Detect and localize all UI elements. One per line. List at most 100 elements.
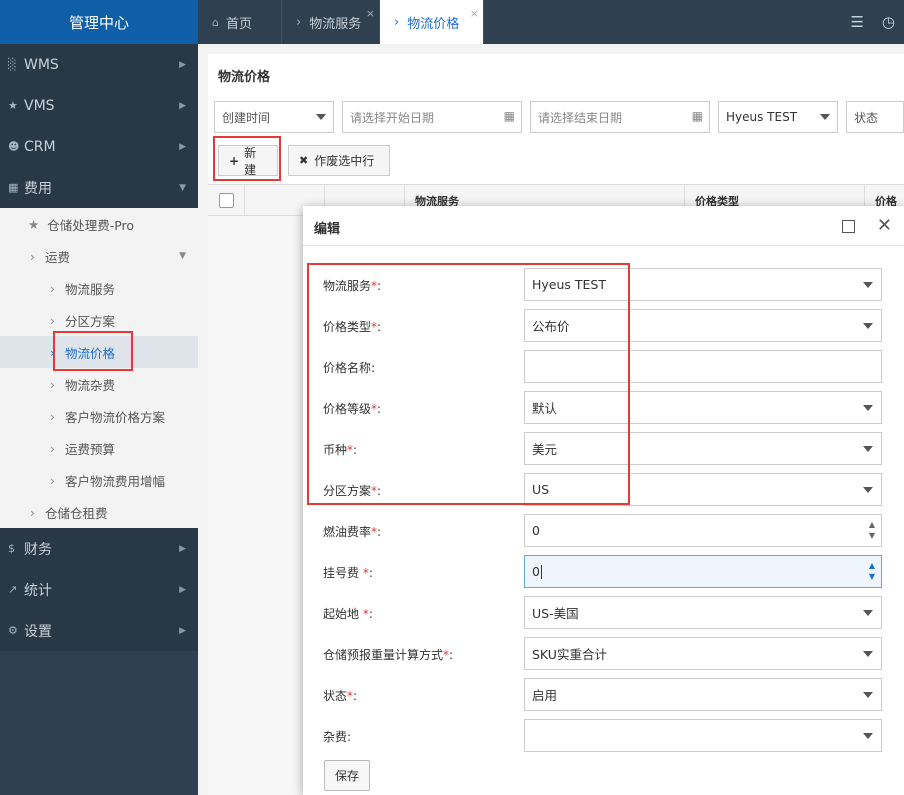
- menu-label: WMS: [24, 56, 59, 73]
- table-icon: ▦: [8, 181, 19, 194]
- close-icon[interactable]: ×: [470, 7, 479, 20]
- menu-crm[interactable]: ☻ CRM ▶: [0, 126, 198, 167]
- menu-finance[interactable]: $ 财务 ▶: [0, 528, 198, 569]
- tab-home[interactable]: ⌂ 首页: [198, 0, 282, 44]
- weight-method-select[interactable]: SKU实重合计: [524, 637, 882, 670]
- clock-icon[interactable]: ◷: [882, 13, 895, 31]
- dollar-icon: $: [8, 542, 15, 555]
- tab-logistics-service[interactable]: › 物流服务 ×: [282, 0, 380, 44]
- tab-bar: ⌂ 首页 › 物流服务 × › 物流价格 × ☰ ◷: [198, 0, 904, 44]
- caret-down-icon: [863, 692, 873, 698]
- caret-down-icon: [863, 323, 873, 329]
- sidebar-item-label: 运费: [45, 249, 71, 265]
- save-button[interactable]: 保存: [324, 760, 370, 791]
- end-date-input[interactable]: 请选择结束日期 ▦: [530, 101, 710, 133]
- menu-vms[interactable]: ★ VMS ▶: [0, 85, 198, 126]
- caret-down-icon: [863, 446, 873, 452]
- registration-fee-stepper[interactable]: 0 ▲ ▼: [524, 555, 882, 588]
- sidebar-item-logistics-misc[interactable]: › 物流杂费: [0, 368, 198, 400]
- menu-stats[interactable]: ↗ 统计 ▶: [0, 569, 198, 610]
- sidebar-item-customer-price-plan[interactable]: › 客户物流价格方案: [0, 400, 198, 432]
- chevron-right-icon: ›: [30, 504, 35, 520]
- field-label: 仓储预报重量计算方式*:: [323, 648, 454, 662]
- menu-fee[interactable]: ▦ 费用 ▼: [0, 167, 198, 208]
- menu-settings[interactable]: ⚙ 设置 ▶: [0, 610, 198, 651]
- end-date-placeholder: 请选择结束日期: [538, 110, 623, 125]
- date-type-select[interactable]: 创建时间: [214, 101, 334, 133]
- service-select[interactable]: Hyeus TEST: [718, 101, 838, 133]
- sidebar-item-warehouse-rent[interactable]: › 仓储仓租费: [0, 496, 198, 528]
- sidebar-item-freight-budget[interactable]: › 运费预算: [0, 432, 198, 464]
- sidebar-item-storage-fee-pro[interactable]: ★ 仓储处理费-Pro: [0, 208, 198, 240]
- sidebar-item-label: 客户物流费用增幅: [65, 473, 166, 489]
- maximize-icon[interactable]: [842, 220, 855, 233]
- sidebar-item-label: 分区方案: [65, 313, 116, 329]
- form-row-weight-method: 仓储预报重量计算方式*: SKU实重合计: [303, 637, 904, 670]
- spinner-arrows-icon[interactable]: ▲ ▼: [869, 519, 875, 541]
- chevron-right-icon: ›: [50, 280, 55, 296]
- close-icon[interactable]: ✕: [877, 215, 892, 236]
- misc-fee-select[interactable]: [524, 719, 882, 752]
- caret-down-icon: [863, 610, 873, 616]
- calendar-icon: ▦: [503, 109, 515, 123]
- sidebar-item-label: 物流服务: [65, 281, 116, 297]
- field-label: 燃油费率*:: [323, 525, 382, 539]
- origin-select[interactable]: US-美国: [524, 596, 882, 629]
- field-label: 起始地 *:: [323, 607, 373, 621]
- sidebar-item-label: 物流杂费: [65, 377, 116, 393]
- sidebar-item-freight[interactable]: › 运费 ▼: [0, 240, 198, 272]
- menu-wms[interactable]: ░ WMS ▶: [0, 44, 198, 85]
- caret-down-icon: [863, 282, 873, 288]
- sidebar: 管理中心 ░ WMS ▶ ★ VMS ▶ ☻ CRM ▶ ▦ 费用 ▼ ★ 仓储处理费-Pro ›…: [0, 0, 198, 795]
- sidebar-item-label: 仓储处理费-Pro: [47, 217, 135, 233]
- fuel-rate-stepper[interactable]: 0 ▲ ▼: [524, 514, 882, 547]
- page-title: 物流价格: [218, 70, 271, 85]
- chevron-right-icon: ›: [50, 312, 55, 328]
- sidebar-item-customer-fee-increase[interactable]: › 客户物流费用增幅: [0, 464, 198, 496]
- highlight-box-form: [307, 263, 630, 505]
- menu-icon[interactable]: ☰: [850, 13, 863, 31]
- sidebar-item-label: 仓储仓租费: [45, 505, 108, 521]
- close-icon[interactable]: ×: [366, 7, 375, 20]
- caret-down-icon: [863, 651, 873, 657]
- tab-label: 物流价格: [407, 16, 460, 32]
- caret-down-icon: [820, 114, 830, 120]
- menu-label: CRM: [24, 138, 56, 155]
- caret-down-icon: [863, 733, 873, 739]
- void-selected-button[interactable]: ✖ 作废选中行: [288, 145, 390, 176]
- sidebar-item-logistics-service[interactable]: › 物流服务: [0, 272, 198, 304]
- chart-icon: ↗: [8, 583, 18, 596]
- chevron-right-icon: ▶: [179, 100, 186, 111]
- text-cursor: [540, 564, 542, 579]
- chevron-right-icon: ▶: [179, 141, 186, 152]
- menu-label: VMS: [24, 97, 55, 114]
- calendar-icon: ▦: [691, 109, 703, 123]
- star-icon: ★: [28, 216, 40, 232]
- chevron-right-icon: ›: [394, 14, 400, 30]
- status-select[interactable]: 启用: [524, 678, 882, 711]
- menu-label: 财务: [24, 541, 52, 558]
- sidebar-item-label: 客户物流价格方案: [65, 409, 166, 425]
- field-label: 状态*:: [323, 689, 358, 703]
- chevron-right-icon: ›: [30, 248, 35, 264]
- chevron-right-icon: ›: [50, 440, 55, 456]
- top-icons: ☰ ◷: [841, 0, 904, 44]
- form-row-misc-fee: 杂费:: [303, 719, 904, 752]
- start-date-input[interactable]: 请选择开始日期 ▦: [342, 101, 522, 133]
- service-value: Hyeus TEST: [726, 110, 798, 124]
- void-button-label: 作废选中行: [314, 154, 375, 168]
- tab-label: 物流服务: [309, 16, 362, 32]
- select-all-checkbox[interactable]: [219, 193, 234, 208]
- field-label: 挂号费 *:: [323, 566, 373, 580]
- dialog-title: 编辑: [314, 222, 341, 237]
- status-select[interactable]: 状态: [846, 101, 904, 133]
- spinner-arrows-icon[interactable]: ▲ ▼: [869, 560, 875, 582]
- x-icon: ✖: [299, 154, 309, 167]
- tab-logistics-price[interactable]: › 物流价格 ×: [380, 0, 484, 44]
- select-value: US-美国: [532, 606, 579, 621]
- input-value: 0: [532, 523, 540, 538]
- column-divider: [244, 185, 245, 217]
- chevron-right-icon: ›: [296, 14, 302, 30]
- caret-down-icon: [316, 114, 326, 120]
- menu-label: 设置: [24, 623, 52, 640]
